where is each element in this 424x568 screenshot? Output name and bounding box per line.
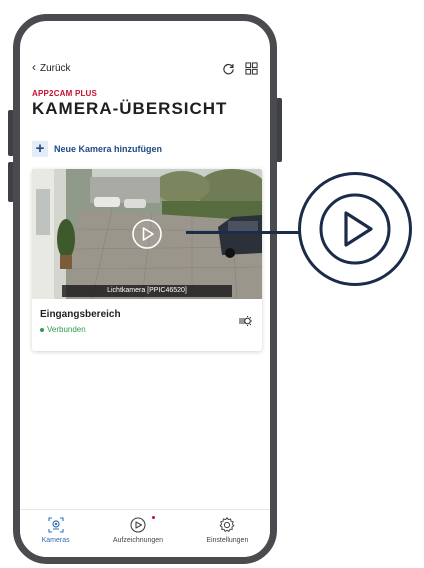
camera-settings-icon[interactable] (236, 313, 252, 334)
grid-view-icon[interactable] (245, 61, 258, 75)
plus-icon: + (32, 141, 48, 157)
bottom-nav: Kameras Aufzeichnungen Einstellungen (20, 509, 270, 557)
status-dot-icon (40, 327, 44, 332)
phone-frame: ‹ Zurück APP2CAM PLUS KAMERA-ÜBERSICHT +… (13, 14, 277, 564)
camera-card[interactable]: Lichtkamera [PPIC46520] Eingangsbereich … (32, 169, 262, 351)
top-bar: ‹ Zurück (32, 59, 258, 77)
nav-label-einstellungen: Einstellungen (206, 537, 249, 544)
back-button[interactable]: ‹ Zurück (32, 60, 71, 74)
gear-icon (219, 516, 235, 533)
nav-label-kameras: Kameras (41, 537, 70, 544)
camera-name: Eingangsbereich (40, 309, 121, 320)
nav-label-aufzeichnungen: Aufzeichnungen (112, 537, 164, 544)
brand-label: APP2CAM PLUS (32, 89, 98, 98)
refresh-icon[interactable] (222, 62, 235, 75)
play-icon (130, 517, 146, 533)
play-icon[interactable] (131, 218, 163, 250)
callout-zoom-circle (298, 172, 412, 286)
add-camera-label: Neue Kamera hinzufügen (54, 144, 163, 154)
nav-item-kameras[interactable]: Kameras (42, 516, 70, 544)
camera-status: Verbunden (40, 325, 86, 334)
top-actions (222, 61, 258, 75)
camera-icon (48, 517, 64, 533)
camera-status-label: Verbunden (47, 325, 86, 334)
play-icon (319, 193, 391, 265)
nav-item-aufzeichnungen[interactable]: Aufzeichnungen (113, 516, 163, 544)
back-label: Zurück (40, 62, 71, 74)
notification-dot (152, 516, 156, 519)
chevron-left-icon: ‹ (32, 60, 36, 74)
page-title: KAMERA-ÜBERSICHT (32, 99, 228, 118)
callout-connector-line (186, 231, 308, 234)
add-camera-button[interactable]: + Neue Kamera hinzufügen (32, 141, 162, 157)
camera-preview-label: Lichtkamera [PPIC46520] (62, 285, 232, 297)
nav-item-einstellungen[interactable]: Einstellungen (206, 516, 248, 544)
camera-preview[interactable]: Lichtkamera [PPIC46520] (32, 169, 262, 300)
